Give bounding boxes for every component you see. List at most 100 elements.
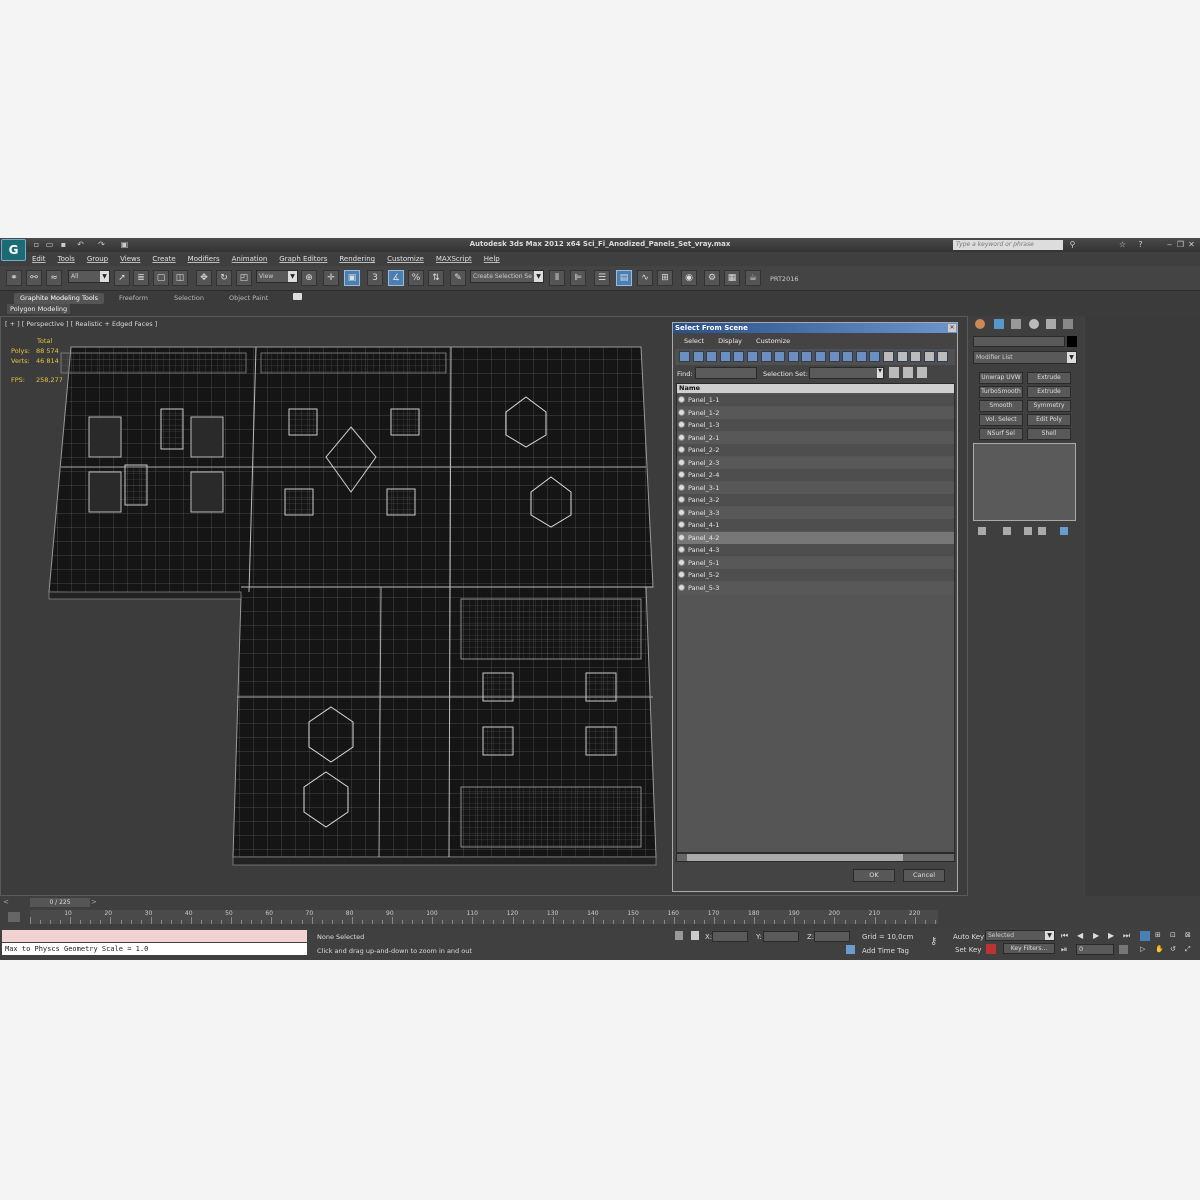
tab-freeform[interactable]: Freeform — [119, 293, 148, 304]
selection-set-dropdown[interactable]: ▼ — [809, 367, 884, 379]
select-none-icon[interactable] — [896, 351, 908, 362]
display-lights-icon[interactable] — [706, 351, 718, 362]
menu-views[interactable]: Views — [114, 253, 146, 265]
maxscript-listener-input[interactable] — [2, 930, 307, 942]
align-icon[interactable]: ⊫ — [570, 270, 586, 286]
make-unique-icon[interactable] — [1024, 527, 1032, 535]
key-filters-button[interactable]: Key Filters... — [1003, 943, 1055, 954]
modifier-button-symmetry[interactable]: Symmetry — [1027, 400, 1071, 412]
menu-create[interactable]: Create — [146, 253, 181, 265]
set-key-mode-icon[interactable]: ⚷ — [930, 936, 937, 947]
ok-button[interactable]: OK — [853, 869, 895, 882]
tab-selection[interactable]: Selection — [174, 293, 204, 304]
select-object-icon[interactable]: ➚ — [114, 270, 130, 286]
render-setup-icon[interactable]: ⚙ — [704, 270, 720, 286]
cancel-button[interactable]: Cancel — [903, 869, 945, 882]
pin-stack-icon[interactable] — [978, 527, 986, 535]
display-shapes-icon[interactable] — [692, 351, 704, 362]
reference-coordinate-dropdown[interactable]: View ▼ — [256, 270, 298, 283]
menu-help[interactable]: Help — [478, 253, 506, 265]
layer-manager-icon[interactable]: ☰ — [594, 270, 610, 286]
remove-selection-set-icon[interactable] — [917, 367, 927, 378]
list-item[interactable]: Panel_2-4 — [677, 469, 954, 481]
polygon-modeling-panel[interactable]: Polygon Modeling — [7, 304, 71, 314]
modifier-button-unwrap-uvw[interactable]: Unwrap UVW — [979, 372, 1023, 384]
play-icon[interactable]: ▶ — [1093, 931, 1099, 940]
key-icon[interactable] — [986, 944, 996, 954]
plugin-label[interactable]: PRT2016 — [770, 275, 798, 283]
menu-animation[interactable]: Animation — [226, 253, 274, 265]
display-frozen-icon[interactable] — [815, 351, 826, 362]
select-by-name-icon[interactable]: ≣ — [133, 270, 149, 286]
go-to-start-icon[interactable]: ⏮ — [1061, 931, 1068, 941]
open-file-icon[interactable]: ▭ — [45, 240, 54, 249]
set-key-button[interactable]: Set Key — [955, 946, 981, 954]
project-folder-icon[interactable]: ▣ — [120, 240, 129, 249]
current-frame-field[interactable]: 0 — [1076, 944, 1114, 955]
ribbon-toggle-icon[interactable] — [293, 293, 302, 300]
window-crossing-icon[interactable]: ◫ — [172, 270, 188, 286]
modifier-list-dropdown[interactable]: Modifier List ▼ — [973, 351, 1077, 364]
edit-named-selection-icon[interactable]: ✎ — [450, 270, 466, 286]
auto-key-button[interactable]: Auto Key — [953, 933, 984, 941]
absolute-mode-icon[interactable] — [691, 931, 699, 940]
hierarchy-tab-icon[interactable] — [1011, 319, 1021, 329]
render-production-icon[interactable]: ☕ — [745, 270, 761, 286]
zoom-extents-all-icon[interactable]: ⊠ — [1185, 931, 1191, 939]
select-invert-icon[interactable] — [910, 351, 922, 362]
utilities-tab-icon[interactable] — [1063, 319, 1073, 329]
undo-icon[interactable]: ↶ — [76, 240, 85, 249]
list-item[interactable]: Panel_3-1 — [677, 481, 954, 494]
invert-display-icon[interactable] — [869, 351, 881, 362]
redo-icon[interactable]: ↷ — [97, 240, 106, 249]
list-types-icon[interactable] — [889, 367, 899, 378]
selection-lock-icon[interactable] — [675, 931, 683, 940]
modifier-button-edit-poly[interactable]: Edit Poly — [1027, 414, 1071, 426]
modify-tab-icon[interactable] — [994, 319, 1004, 329]
keyboard-shortcut-override-icon[interactable]: ▣ — [344, 270, 360, 286]
new-file-icon[interactable]: ▫ — [32, 240, 41, 249]
modifier-stack[interactable] — [973, 443, 1076, 521]
object-color-swatch[interactable] — [1067, 336, 1077, 347]
material-editor-icon[interactable]: ◉ — [681, 270, 697, 286]
object-name-field[interactable] — [973, 336, 1065, 347]
dialog-title[interactable]: Select From Scene — [673, 323, 957, 333]
move-icon[interactable]: ✥ — [196, 270, 212, 286]
show-end-result-icon[interactable] — [1003, 527, 1011, 535]
filter-icon[interactable] — [923, 351, 935, 362]
select-all-icon[interactable] — [883, 351, 894, 362]
orbit-icon[interactable]: ↺ — [1170, 945, 1176, 953]
select-link-icon[interactable]: ⚭ — [6, 270, 22, 286]
menu-maxscript[interactable]: MAXScript — [430, 253, 478, 265]
spinner-snap-icon[interactable]: ⇅ — [428, 270, 444, 286]
previous-frame-icon[interactable]: ◀ — [1077, 931, 1083, 940]
menu-graph-editors[interactable]: Graph Editors — [273, 253, 333, 265]
display-none-icon[interactable] — [855, 351, 867, 362]
menu-edit[interactable]: Edit — [26, 253, 52, 265]
remove-modifier-icon[interactable] — [1038, 527, 1046, 535]
list-item[interactable]: Panel_3-3 — [677, 506, 954, 519]
selection-filter-dropdown[interactable]: All ▼ — [68, 270, 110, 283]
time-tag-icon[interactable] — [846, 945, 855, 954]
pivot-center-icon[interactable]: ⊕ — [301, 270, 317, 286]
display-bones-icon[interactable] — [787, 351, 799, 362]
zoom-extents-icon[interactable]: ⊡ — [1170, 931, 1176, 939]
save-file-icon[interactable]: ▪ — [59, 240, 68, 249]
menu-tools[interactable]: Tools — [52, 253, 81, 265]
favorites-star-icon[interactable]: ☆ — [1118, 240, 1127, 249]
field-of-view-icon[interactable]: ▷ — [1140, 945, 1145, 953]
column-header-name[interactable]: Name — [677, 384, 954, 393]
time-prev-icon[interactable]: < — [3, 898, 9, 906]
menu-customize[interactable]: Customize — [381, 253, 430, 265]
key-mode-dropdown[interactable]: Selected ▼ — [985, 930, 1055, 941]
angle-snap-icon[interactable]: ∡ — [388, 270, 404, 286]
display-geometry-icon[interactable] — [679, 351, 690, 362]
list-item[interactable]: Panel_1-2 — [677, 406, 954, 419]
search-input[interactable]: Type a keyword or phrase — [953, 240, 1063, 250]
create-tab-icon[interactable] — [975, 319, 985, 329]
display-hidden-icon[interactable] — [828, 351, 840, 362]
list-item[interactable]: Panel_2-2 — [677, 444, 954, 456]
display-all-icon[interactable] — [842, 351, 854, 362]
modifier-button-extrude[interactable]: Extrude — [1027, 386, 1071, 398]
restore-icon[interactable]: ❐ — [1176, 240, 1185, 249]
